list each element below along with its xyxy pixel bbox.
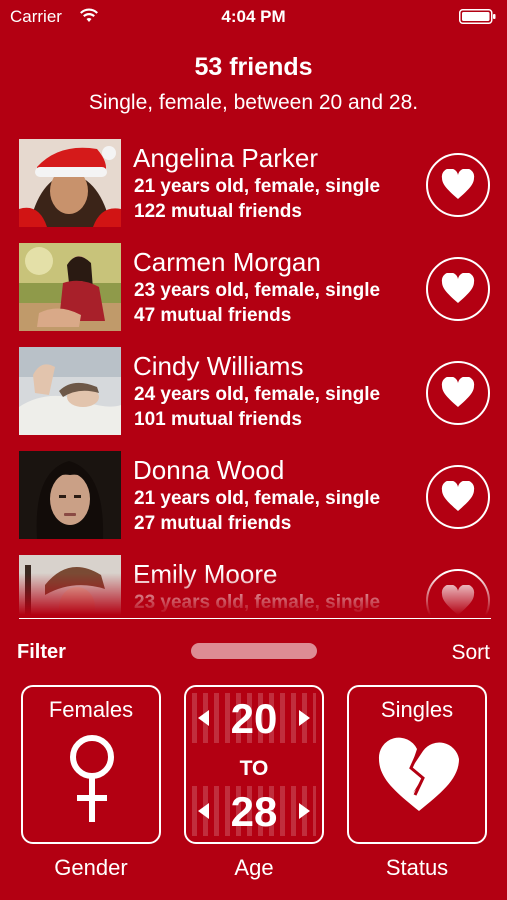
list-item[interactable]: Cindy Williams 24 years old, female, sin… xyxy=(0,341,507,445)
like-button[interactable] xyxy=(426,257,490,321)
status-value: Singles xyxy=(380,697,454,722)
status-bar: Carrier 4:04 PM xyxy=(0,0,507,34)
sort-button[interactable]: Sort xyxy=(451,641,490,665)
page-subtitle: Single, female, between 20 and 28. xyxy=(88,91,419,114)
list-item[interactable]: Emily Moore 23 years old, female, single xyxy=(0,549,507,615)
list-item[interactable]: Donna Wood 21 years old, female, single … xyxy=(0,445,507,549)
age-from-value: 20 xyxy=(230,695,278,742)
gender-caption: Gender xyxy=(54,855,128,880)
heart-icon xyxy=(441,481,475,511)
friend-detail: 23 years old, female, single xyxy=(134,280,381,301)
like-button[interactable] xyxy=(426,361,490,425)
like-button[interactable] xyxy=(426,569,490,615)
friend-name: Donna Wood xyxy=(133,455,285,485)
status-caption: Status xyxy=(385,855,449,880)
friend-name: Cindy Williams xyxy=(133,351,304,381)
avatar xyxy=(19,555,121,615)
avatar xyxy=(19,347,121,435)
heart-icon xyxy=(441,377,475,407)
friend-name: Emily Moore xyxy=(133,559,278,589)
gender-value: Females xyxy=(48,697,134,722)
age-filter-card[interactable]: 20 TO 28 xyxy=(184,685,324,844)
mutual-friends: 122 mutual friends xyxy=(134,201,302,222)
like-button[interactable] xyxy=(426,465,490,529)
friend-name: Carmen Morgan xyxy=(133,247,321,277)
like-button[interactable] xyxy=(426,153,490,217)
page-title: 53 friends xyxy=(194,53,313,81)
mutual-friends: 47 mutual friends xyxy=(134,305,292,326)
heart-icon xyxy=(441,585,475,615)
clock: 4:04 PM xyxy=(221,7,286,26)
avatar xyxy=(19,451,121,539)
friend-detail: 23 years old, female, single xyxy=(134,592,381,613)
avatar xyxy=(19,243,121,331)
list-item[interactable]: Angelina Parker 21 years old, female, si… xyxy=(0,133,507,237)
age-picker[interactable]: 20 TO 28 xyxy=(192,693,316,836)
mutual-friends: 101 mutual friends xyxy=(134,409,302,430)
age-caption: Age xyxy=(234,855,274,880)
female-symbol-icon xyxy=(70,735,114,822)
heart-icon xyxy=(441,169,475,199)
drawer-handle[interactable] xyxy=(191,643,317,659)
divider xyxy=(19,618,491,619)
gender-filter-card[interactable]: Females xyxy=(21,685,161,844)
friend-list[interactable]: Angelina Parker 21 years old, female, si… xyxy=(0,133,507,615)
status-filter-card[interactable]: Singles xyxy=(347,685,487,844)
heart-icon xyxy=(441,273,475,303)
list-item[interactable]: Carmen Morgan 23 years old, female, sing… xyxy=(0,237,507,341)
friend-detail: 24 years old, female, single xyxy=(134,384,381,405)
broken-heart-icon xyxy=(378,737,459,811)
avatar xyxy=(19,139,121,227)
filter-label[interactable]: Filter xyxy=(17,641,66,664)
friend-detail: 21 years old, female, single xyxy=(134,176,381,197)
age-to-label: TO xyxy=(239,757,269,780)
friend-detail: 21 years old, female, single xyxy=(134,488,381,509)
age-to-value: 28 xyxy=(230,788,278,835)
friend-name: Angelina Parker xyxy=(133,143,318,173)
mutual-friends: 27 mutual friends xyxy=(134,513,292,534)
battery-icon xyxy=(459,9,496,24)
